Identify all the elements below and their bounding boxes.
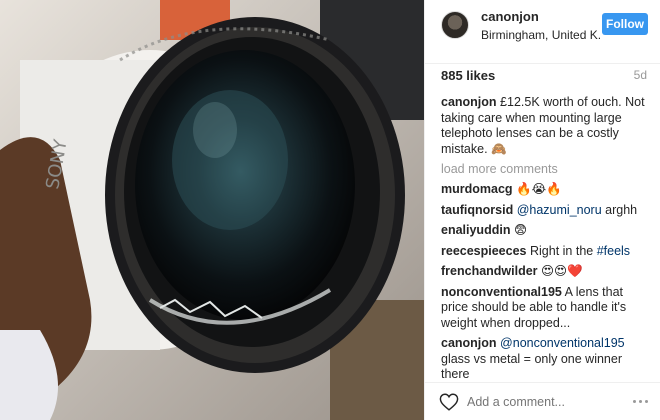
- post-stats: 885 likes 5d: [441, 68, 647, 86]
- comment-username[interactable]: enaliyuddin: [441, 223, 510, 237]
- comment-username[interactable]: taufiqnorsid: [441, 203, 513, 217]
- more-options-icon[interactable]: [631, 393, 653, 411]
- comment-bar: [425, 382, 660, 420]
- comment-item: canonjon @nonconventional195 glass vs me…: [441, 336, 651, 378]
- add-comment-input[interactable]: [467, 393, 617, 411]
- comment-text: 🔥😭🔥: [516, 182, 562, 196]
- comment-item: enaliyuddin 😨: [441, 223, 651, 239]
- broken-lens-image: SONY: [0, 0, 424, 420]
- comment-username[interactable]: frenchandwilder: [441, 264, 538, 278]
- post-location[interactable]: Birmingham, United K...: [481, 28, 601, 42]
- follow-button[interactable]: Follow: [602, 13, 648, 35]
- likes-count[interactable]: 885 likes: [441, 68, 495, 83]
- comment-username[interactable]: nonconventional195: [441, 285, 562, 299]
- comment-text: Right in the: [529, 243, 597, 258]
- caption-username[interactable]: canonjon: [441, 95, 497, 109]
- comment-item: murdomacg 🔥😭🔥: [441, 182, 651, 198]
- comment-mention[interactable]: #feels: [597, 244, 630, 258]
- comment-text: arghh: [601, 202, 638, 217]
- comment-mention[interactable]: @nonconventional195: [500, 336, 625, 350]
- comments-list: canonjon £12.5K worth of ouch. Not takin…: [441, 95, 651, 378]
- comment-item: nonconventional195 A lens that price sho…: [441, 285, 651, 332]
- comment-item: frenchandwilder 😍😍❤️: [441, 264, 651, 280]
- load-more-comments-link[interactable]: load more comments: [441, 162, 651, 177]
- comment-username[interactable]: reecespieeces: [441, 244, 527, 258]
- post-photo[interactable]: SONY: [0, 0, 424, 420]
- comment-item: taufiqnorsid @hazumi_noru arghh: [441, 203, 651, 219]
- post-header: canonjon Birmingham, United K... Follow: [425, 0, 660, 64]
- heart-icon[interactable]: [439, 393, 459, 411]
- comment-username[interactable]: canonjon: [441, 336, 497, 350]
- post-side-panel: canonjon Birmingham, United K... Follow …: [424, 0, 660, 420]
- comment-text: 😨: [513, 223, 527, 237]
- avatar[interactable]: [441, 11, 469, 39]
- comment-mention[interactable]: @hazumi_noru: [517, 203, 602, 217]
- post-age[interactable]: 5d: [634, 68, 647, 82]
- caption: canonjon £12.5K worth of ouch. Not takin…: [441, 95, 651, 157]
- instagram-post: SONY canonjon Birmingham, United K... Fo…: [0, 0, 660, 420]
- author-username[interactable]: canonjon: [481, 9, 539, 24]
- comment-text: glass vs metal = only one winner there: [441, 351, 622, 379]
- comment-username[interactable]: murdomacg: [441, 182, 513, 196]
- comment-item: reecespieeces Right in the #feels: [441, 244, 651, 260]
- comment-text: 😍😍❤️: [541, 264, 583, 278]
